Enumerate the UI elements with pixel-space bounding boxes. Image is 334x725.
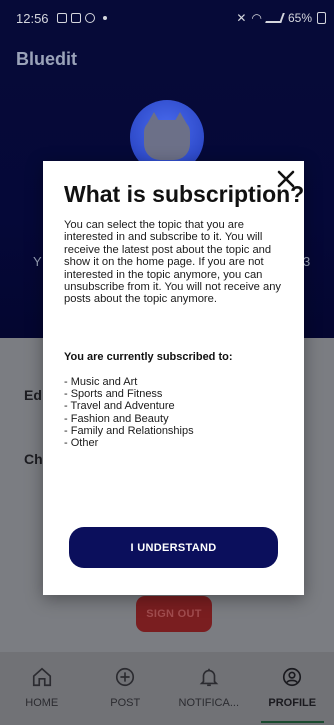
notification-icons xyxy=(56,13,95,23)
subscribed-topic-list: - Music and Art - Sports and Fitness - T… xyxy=(64,376,194,449)
dialog-description: You can select the topic that you are in… xyxy=(64,219,282,306)
nav-item-home[interactable]: HOME xyxy=(0,652,84,725)
signal-icon xyxy=(265,13,285,23)
edit-profile-item[interactable]: Ed xyxy=(24,387,42,403)
app-title: Bluedit xyxy=(16,49,77,69)
list-item: - Other xyxy=(64,437,99,450)
notification-icon xyxy=(70,13,81,23)
sign-out-button[interactable]: SIGN OUT xyxy=(136,596,212,632)
mute-icon: ✕ xyxy=(236,11,247,25)
home-icon xyxy=(31,666,53,688)
change-password-item[interactable]: Ch xyxy=(24,451,43,467)
nav-item-profile[interactable]: PROFILE xyxy=(251,652,334,725)
nav-label-home: HOME xyxy=(25,697,59,709)
status-bar: 12:56 ✕ ◠ 65% xyxy=(0,0,334,36)
notification-icon xyxy=(84,13,95,23)
bottom-navigation: HOME POST NOTIFICA... PROFILE xyxy=(0,652,334,725)
battery-icon xyxy=(317,12,326,24)
nav-label-profile: PROFILE xyxy=(268,697,317,709)
subscribed-heading: You are currently subscribed to: xyxy=(64,351,233,363)
status-time: 12:56 xyxy=(16,10,49,26)
list-item: - Family and Relationships xyxy=(64,424,194,437)
cat-icon xyxy=(144,120,190,160)
dialog-title: What is subscription? xyxy=(64,181,305,207)
battery-percent: 65% xyxy=(287,11,312,25)
nav-label-notifications: NOTIFICA... xyxy=(178,697,240,709)
more-notifications-icon xyxy=(102,16,107,20)
nav-label-post: POST xyxy=(110,697,141,709)
status-left: 12:56 xyxy=(16,11,107,26)
profile-icon xyxy=(281,666,303,688)
header-text-fragment-right: 3 xyxy=(303,254,311,269)
wifi-icon: ◠ xyxy=(251,11,262,25)
header-text-fragment-left: Y xyxy=(33,254,42,269)
bell-icon xyxy=(198,666,220,688)
nav-item-notifications[interactable]: NOTIFICA... xyxy=(167,652,251,725)
list-item: - Music and Art xyxy=(64,376,138,388)
notification-icon xyxy=(56,13,67,23)
plus-circle-icon xyxy=(114,666,136,688)
subscription-info-dialog: What is subscription? You can select the… xyxy=(43,161,304,595)
status-right: ✕ ◠ 65% xyxy=(236,11,326,25)
list-item: - Sports and Fitness xyxy=(64,388,163,401)
nav-item-post[interactable]: POST xyxy=(84,652,168,725)
list-item: - Fashion and Beauty xyxy=(64,412,169,425)
i-understand-button[interactable]: I UNDERSTAND xyxy=(69,527,278,568)
list-item: - Travel and Adventure xyxy=(64,400,175,413)
